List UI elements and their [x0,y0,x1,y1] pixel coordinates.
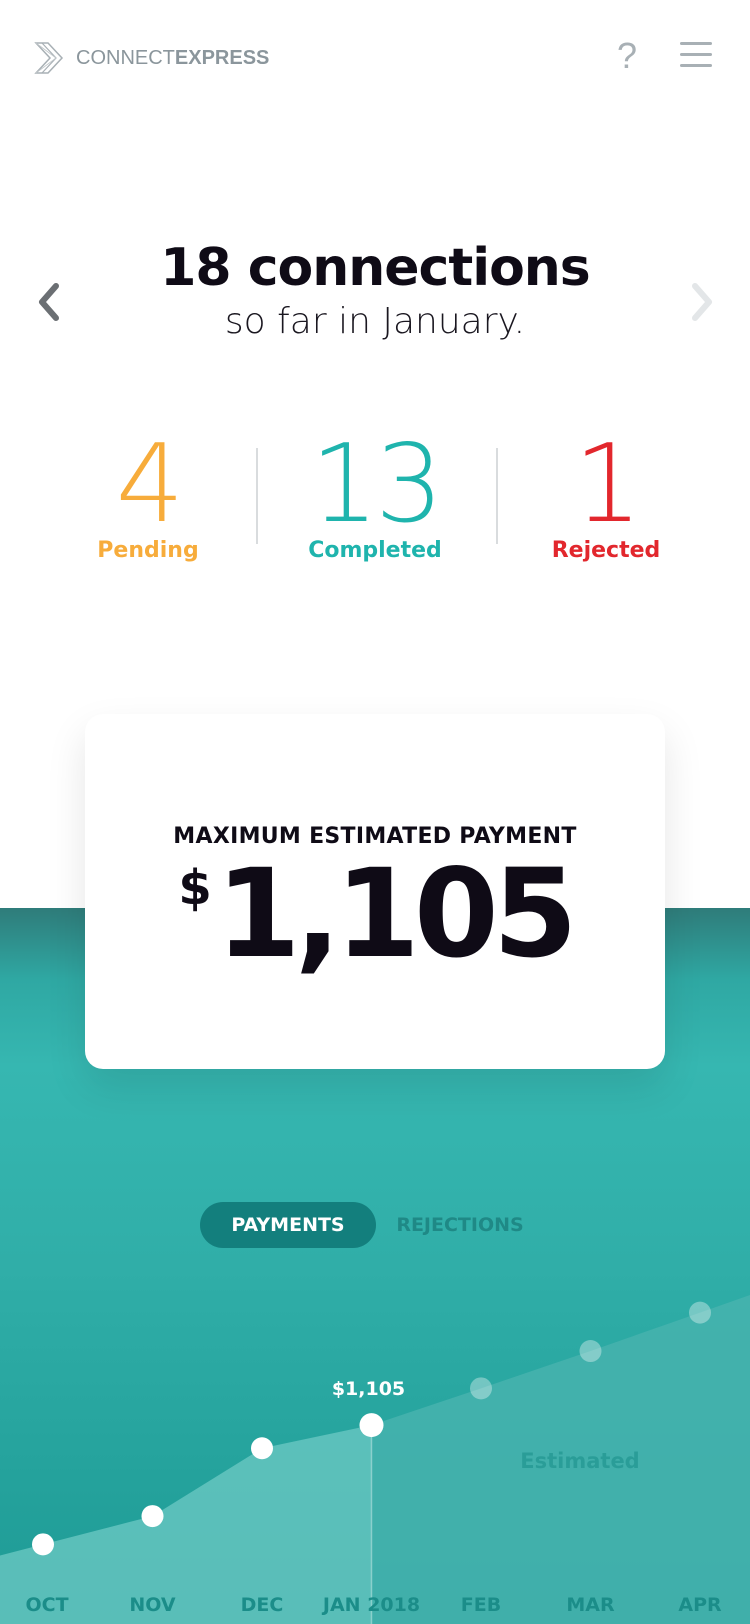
stat-divider [256,448,258,544]
currency-symbol: $ [178,860,212,916]
menu-icon[interactable] [680,42,712,68]
x-axis-label: APR [678,1594,722,1616]
data-point-jan-2018 [359,1413,384,1438]
stat-completed-value: 13 [310,422,443,547]
stat-pending-value: 4 [115,422,185,547]
data-point-oct [32,1533,54,1556]
data-point-dec [251,1437,273,1460]
data-point-mar [579,1340,602,1363]
connection-stats: 4 Pending 13 Completed 1 Rejected [0,430,750,580]
menu-bar [680,53,712,56]
stat-rejected-label: Rejected [551,538,661,563]
data-point-nov [141,1505,164,1528]
chart-mode-toggle: PAYMENTS REJECTIONS [200,1202,550,1248]
x-axis-label: MAR [566,1594,615,1616]
max-payment-amount: $1,105 [85,844,665,984]
x-axis-label: FEB [461,1594,501,1616]
help-icon[interactable]: ? [612,36,642,76]
logo-bold-text: EXPRESS [174,46,270,69]
logo-wordmark: CONNECTEXPRESS [76,47,269,70]
data-point-feb [470,1377,492,1400]
payments-chart: Estimated $1,105 OCT NOV DEC JAN 2018 FEB MAR AP… [0,1290,750,1624]
x-axis-label: OCT [25,1594,68,1616]
menu-bar [680,64,712,67]
x-axis-label: NOV [129,1594,176,1616]
tab-payments[interactable]: PAYMENTS [200,1202,376,1248]
stat-rejected-value: 1 [573,422,643,547]
stat-divider [496,448,498,544]
stat-completed-label: Completed [308,538,442,563]
stat-completed[interactable]: 13 Completed [275,422,475,564]
connectexpress-logo[interactable]: CONNECTEXPRESS [34,40,269,76]
menu-bar [680,42,712,45]
max-payment-card: MAXIMUM ESTIMATED PAYMENT $1,105 [85,714,665,1069]
tab-rejections[interactable]: REJECTIONS [385,1202,535,1248]
connections-summary: 18 connections so far in January. [0,238,750,346]
connections-period-subtitle: so far in January. [224,301,526,342]
x-axis-label: DEC [241,1594,284,1616]
stat-pending-label: Pending [97,538,199,563]
connections-count-title: 18 connections [160,238,591,298]
payments-chart-svg: Estimated $1,105 OCT NOV DEC JAN 2018 FEB MAR AP… [0,1295,750,1624]
app-header: CONNECTEXPRESS ? [0,0,750,115]
x-axis-label: JAN 2018 [321,1594,420,1616]
payment-value: 1,105 [215,843,578,985]
logo-light-text: CONNECT [76,46,175,69]
stat-rejected[interactable]: 1 Rejected [506,422,706,564]
stat-pending[interactable]: 4 Pending [48,422,248,564]
data-point-apr [689,1301,711,1324]
highlight-value-label: $1,105 [332,1378,405,1400]
logo-chevron-icon [34,42,64,74]
estimated-label: Estimated [520,1449,639,1473]
